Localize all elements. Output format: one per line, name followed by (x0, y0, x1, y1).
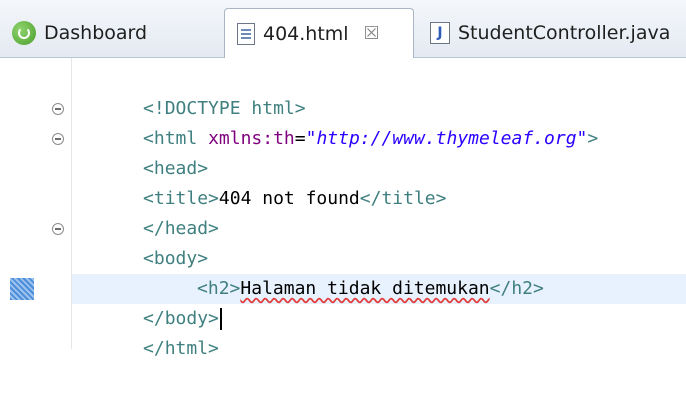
spring-icon (12, 21, 36, 45)
tab-label: Dashboard (44, 22, 148, 44)
tab-label: StudentController.java (458, 22, 671, 44)
code-line: <html xmlns:th="http://www.thymeleaf.org… (0, 94, 686, 149)
fold-toggle-icon[interactable] (52, 103, 64, 115)
tab-student-controller[interactable]: J StudentController.java (420, 8, 686, 58)
code-line: <head> (0, 124, 686, 179)
code-line: </head> (0, 184, 686, 239)
code-line: </html> (0, 304, 686, 359)
tab-dashboard[interactable]: Dashboard (0, 8, 218, 58)
code-line: <title>404 not found</title> (0, 154, 686, 209)
java-file-icon: J (430, 22, 450, 44)
html-file-icon (237, 23, 255, 45)
code-line: <body> (0, 214, 686, 269)
tab-label: 404.html (263, 23, 349, 45)
editor-tab-bar: Dashboard 404.html ☒ J StudentController… (0, 0, 686, 59)
fold-toggle-icon[interactable] (52, 223, 64, 235)
code-line: <h2>Halaman tidak ditemukan</h2> (0, 244, 686, 299)
code-line: <!DOCTYPE html> (0, 64, 686, 119)
code-line-current: </body> (0, 274, 686, 330)
tab-404-html[interactable]: 404.html ☒ (224, 8, 414, 59)
fold-toggle-icon[interactable] (52, 133, 64, 145)
code-editor[interactable]: <!DOCTYPE html> <html xmlns:th="http://w… (0, 58, 686, 359)
close-icon[interactable]: ☒ (363, 25, 381, 43)
